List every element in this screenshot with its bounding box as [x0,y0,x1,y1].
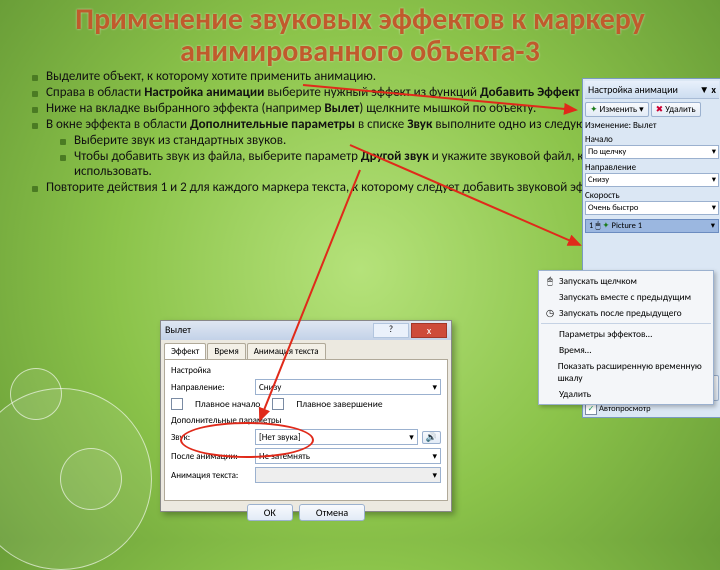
t: Запускать щелчком [559,275,637,287]
remove-icon: ✖ [656,104,664,115]
direction-label: Направление: [171,382,251,393]
t: ) щелкните мышкой по объекту. [359,101,536,116]
change-button[interactable]: ✦Изменить▾ [585,102,649,117]
t: Изменить [600,104,638,115]
direction-label: Направление [585,162,719,173]
direction-select[interactable]: Снизу ▾ [585,173,719,187]
t-bold: Другой звук [361,149,429,164]
smooth-end-checkbox[interactable] [272,398,284,410]
section-additional: Дополнительные параметры [171,415,441,426]
dialog-tabs: Эффект Время Анимация текста [164,343,448,360]
direction-select[interactable]: Снизу ▾ [255,379,441,395]
t-bold: Звук [407,117,432,132]
deco-circle [60,448,122,510]
menu-effect-options[interactable]: Параметры эффектов… [541,326,711,342]
menu-start-after[interactable]: ◷ Запускать после предыдущего [541,305,711,321]
t: в списке [355,117,407,132]
pane-close-icon[interactable]: ▼ x [699,83,716,96]
clock-icon: ◷ [545,307,555,319]
t-bold: Добавить Эффект [480,85,580,100]
t: выберите нужный эффект из функций [264,85,480,100]
smooth-start-checkbox[interactable] [171,398,183,410]
t: Ниже на вкладке выбранного эффекта (напр… [46,101,324,116]
t: Снизу [259,382,281,393]
after-label: После анимации: [171,451,251,462]
t: Показать расширенную временную шкалу [558,360,707,384]
dialog-title: Вылет [165,323,191,338]
t-bold: Дополнительные параметры [190,117,355,132]
pane-title: Настройка анимации [588,83,678,96]
t: Параметры эффектов… [559,328,652,340]
t: Удалить [665,104,695,115]
pane-header: Настройка анимации ▼ x [585,81,719,99]
chevron-down-icon: ▾ [432,451,437,462]
t-bold: Настройка анимации [144,85,264,100]
speed-label: Скорость [585,190,719,201]
mouse-icon: 🖱 [595,221,600,231]
remove-button[interactable]: ✖Удалить [651,102,701,117]
close-button[interactable]: x [411,323,447,338]
t: В окне эффекта в области [46,117,190,132]
start-label: Начало [585,134,719,145]
anim-text-label: Анимация текста: [171,470,251,481]
mouse-icon: 🖱 [545,275,555,287]
chevron-down-icon: ▾ [712,203,716,213]
tab-text-anim[interactable]: Анимация текста [247,343,326,359]
help-button[interactable]: ? [373,323,409,338]
page-title: Применение звуковых эффектов к маркеру а… [0,0,720,69]
t: Запускать вместе с предыдущим [559,291,691,303]
t: Справа в области [46,85,144,100]
animation-list-item[interactable]: 1 🖱 ✦ Picture 1 ▾ [585,219,719,233]
sound-label: Звук: [171,432,251,443]
chevron-down-icon: ▾ [712,175,716,185]
t: Автопросмотр [599,404,651,414]
chevron-down-icon: ▾ [432,382,437,393]
change-label: Изменение: Вылет [585,120,719,131]
chevron-down-icon: ▾ [432,470,437,481]
context-menu: 🖱 Запускать щелчком Запускать вместе с пр… [538,270,714,405]
t: Удалить [559,388,591,400]
anim-text-select: ▾ [255,467,441,483]
t: Время… [559,344,591,356]
deco-circle [10,368,62,420]
dialog-titlebar: Вылет ? x [161,321,451,340]
tab-timing[interactable]: Время [207,343,245,359]
chevron-down-icon: ▾ [711,221,715,231]
menu-timing[interactable]: Время… [541,342,711,358]
t: Не затемнять [259,451,310,462]
sound-volume-button[interactable]: 🔊 [422,431,441,444]
start-select[interactable]: По щелчку ▾ [585,145,719,159]
chevron-down-icon: ▾ [639,104,644,115]
tab-effect[interactable]: Эффект [164,343,206,359]
menu-remove[interactable]: Удалить [541,386,711,402]
t: Запускать после предыдущего [559,307,682,319]
menu-timeline[interactable]: Показать расширенную временную шкалу [541,358,711,386]
star-icon: ✦ [590,104,598,115]
dialog-footer: ОК Отмена [161,504,451,521]
menu-start-with[interactable]: Запускать вместе с предыдущим [541,289,711,305]
menu-start-click[interactable]: 🖱 Запускать щелчком [541,273,711,289]
t: Очень быстро [588,203,638,213]
chevron-down-icon: ▾ [712,147,716,157]
after-select[interactable]: Не затемнять ▾ [255,448,441,464]
t: [Нет звука] [259,432,301,443]
t: Чтобы добавить звук из файла, выберите п… [74,149,361,164]
chevron-down-icon: ▾ [409,432,414,443]
dialog-body: Настройка Направление: Снизу ▾ Плавное на… [164,360,448,501]
star-icon: ✦ [602,221,609,231]
t: Снизу [588,175,609,185]
section-settings: Настройка [171,365,441,376]
t: Плавное завершение [296,398,382,410]
ok-button[interactable]: ОК [247,504,293,521]
effect-dialog: Вылет ? x Эффект Время Анимация текста Н… [160,320,452,512]
t: По щелчку [588,147,626,157]
sound-select[interactable]: [Нет звука] ▾ [255,429,418,445]
speed-select[interactable]: Очень быстро ▾ [585,201,719,215]
t: Плавное начало [195,398,260,410]
item-text: Picture 1 [612,221,643,231]
cancel-button[interactable]: Отмена [299,504,365,521]
item-num: 1 [589,221,593,231]
t-bold: Вылет [324,101,359,116]
